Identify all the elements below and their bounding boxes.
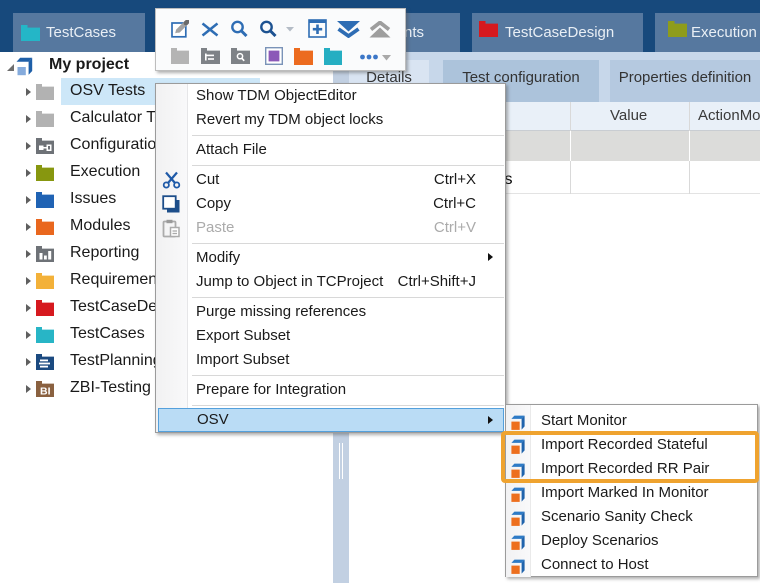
- svg-text:BI: BI: [40, 386, 51, 398]
